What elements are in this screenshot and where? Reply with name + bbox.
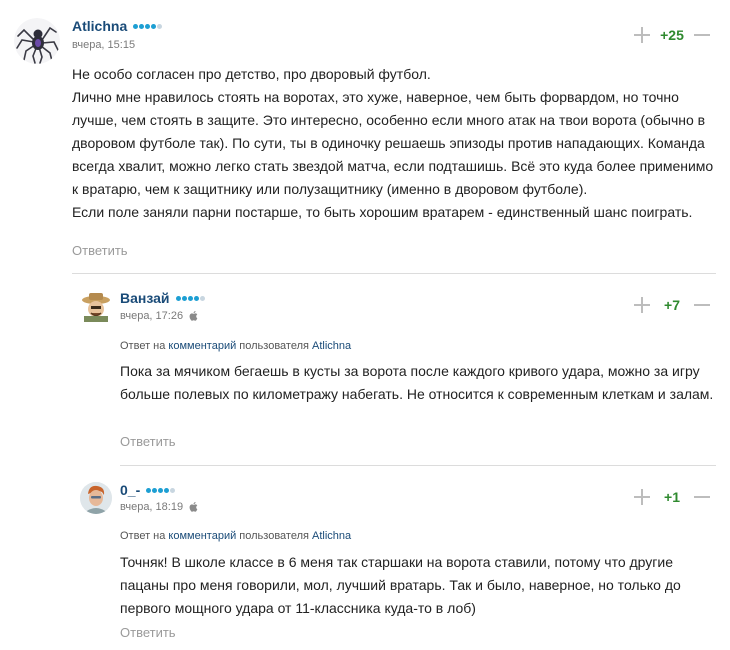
comment-paragraph: Лично мне нравилось стоять на воротах, э… — [72, 89, 714, 197]
reply-button[interactable]: Ответить — [72, 243, 128, 258]
reply-ref-user-link[interactable]: Atlichna — [312, 340, 351, 352]
reply-ref-prefix: Ответ на — [120, 340, 166, 352]
vote-control: +25 — [634, 27, 710, 43]
reply-ref-middle: пользователя — [239, 340, 309, 352]
comment-time: вчера, 15:15 — [72, 39, 136, 51]
comment-body: Не особо согласен про детство, про дворо… — [72, 63, 720, 224]
downvote-icon[interactable] — [694, 297, 710, 313]
comment-time: вчера, 17:26 — [120, 310, 184, 322]
author-name[interactable]: Ванзай — [120, 290, 170, 306]
vote-score: +25 — [660, 27, 684, 43]
apple-icon — [189, 311, 198, 321]
comment-meta: вчера, 15:15 — [72, 39, 135, 51]
reply-ref-prefix: Ответ на — [120, 530, 166, 542]
downvote-icon[interactable] — [694, 489, 710, 505]
divider — [120, 465, 716, 466]
author-name[interactable]: 0_- — [120, 482, 140, 498]
cowboy-avatar-icon — [80, 290, 112, 322]
reply-ref-comment-link[interactable]: комментарий — [168, 340, 236, 352]
divider — [72, 273, 716, 274]
avatar[interactable] — [14, 18, 60, 64]
vote-score: +7 — [664, 297, 680, 313]
apple-icon — [189, 502, 198, 512]
comment-paragraph: Если поле заняли парни постарше, то быть… — [72, 204, 693, 220]
spider-avatar-icon — [14, 18, 60, 64]
avatar[interactable] — [80, 482, 112, 514]
comment-time: вчера, 18:19 — [120, 501, 184, 513]
user-rating-dots — [175, 295, 206, 301]
comment-meta: вчера, 17:26 — [120, 310, 198, 322]
vote-control: +1 — [634, 489, 710, 505]
reply-ref-middle: пользователя — [239, 530, 309, 542]
comment-body: Пока за мячиком бегаешь в кусты за ворот… — [120, 360, 720, 406]
reply-ref-user-link[interactable]: Atlichna — [312, 530, 351, 542]
avatar[interactable] — [80, 290, 112, 322]
comment-paragraph: Не особо согласен про детство, про дворо… — [72, 66, 431, 82]
author-name[interactable]: Atlichna — [72, 18, 127, 34]
comment-body: Точняк! В школе классе в 6 меня так стар… — [120, 551, 720, 620]
author-row: Atlichna — [72, 18, 163, 34]
user-rating-dots — [146, 487, 176, 493]
author-row: 0_- — [120, 482, 176, 498]
upvote-icon[interactable] — [634, 297, 650, 313]
upvote-icon[interactable] — [634, 489, 650, 505]
vote-control: +7 — [634, 297, 710, 313]
upvote-icon[interactable] — [634, 27, 650, 43]
author-row: Ванзай — [120, 290, 206, 306]
reply-ref-comment-link[interactable]: комментарий — [168, 530, 236, 542]
vote-score: +1 — [664, 489, 680, 505]
comment-paragraph: Пока за мячиком бегаешь в кусты за ворот… — [120, 363, 714, 402]
user-rating-dots — [133, 23, 163, 29]
comment-paragraph: Точняк! В школе классе в 6 меня так стар… — [120, 554, 681, 616]
downvote-icon[interactable] — [694, 27, 710, 43]
reply-button[interactable]: Ответить — [120, 625, 176, 640]
comment-meta: вчера, 18:19 — [120, 501, 198, 513]
reply-reference: Ответ на комментарий пользователя Atlich… — [120, 530, 351, 542]
person-avatar-icon — [80, 482, 112, 514]
reply-button[interactable]: Ответить — [120, 434, 176, 449]
reply-reference: Ответ на комментарий пользователя Atlich… — [120, 340, 351, 352]
